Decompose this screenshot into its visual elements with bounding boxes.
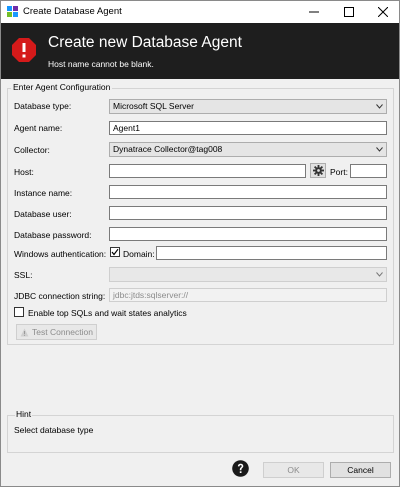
enable-top-sqls-label[interactable]: Enable top SQLs and wait states analytic…: [28, 308, 187, 318]
title-bar[interactable]: Create Database Agent: [1, 1, 399, 23]
chevron-down-icon: [376, 147, 383, 152]
database-type-value: Microsoft SQL Server: [113, 101, 194, 111]
window-title: Create Database Agent: [23, 6, 122, 17]
checkmark-icon: [111, 248, 119, 256]
help-circle-icon[interactable]: [232, 460, 249, 477]
close-icon: [378, 7, 388, 17]
host-label: Host:: [14, 167, 34, 177]
ssl-select[interactable]: [109, 267, 387, 282]
host-browse-button[interactable]: [310, 163, 326, 178]
instance-name-input[interactable]: [109, 185, 387, 199]
dynatrace-logo-icon: [7, 6, 18, 17]
hint-title: Hint: [15, 409, 33, 419]
warning-icon: [20, 328, 29, 336]
windows-auth-checkbox[interactable]: [110, 247, 120, 257]
maximize-icon: [344, 7, 354, 17]
database-type-select[interactable]: Microsoft SQL Server: [109, 99, 387, 114]
minimize-icon: [309, 11, 319, 13]
database-user-label: Database user:: [14, 209, 72, 219]
maximize-button[interactable]: [332, 1, 366, 23]
hint-text: Select database type: [14, 425, 94, 435]
windows-auth-label: Windows authentication:: [14, 249, 107, 259]
error-banner: Create new Database Agent Host name cann…: [1, 23, 399, 79]
enable-top-sqls-checkbox[interactable]: [14, 307, 24, 317]
instance-name-label: Instance name:: [14, 188, 73, 198]
gear-icon: [312, 165, 324, 176]
database-password-label: Database password:: [14, 230, 92, 240]
database-type-label: Database type:: [14, 101, 72, 111]
database-user-input[interactable]: [109, 206, 387, 220]
domain-label: Domain:: [123, 249, 155, 259]
minimize-button[interactable]: [297, 1, 331, 23]
test-connection-button[interactable]: Test Connection: [16, 324, 97, 340]
collector-label: Collector:: [14, 145, 50, 155]
chevron-down-icon: [376, 272, 383, 277]
group-title: Enter Agent Configuration: [11, 82, 113, 92]
port-label: Port:: [330, 167, 348, 177]
database-password-input[interactable]: [109, 227, 387, 241]
ok-button[interactable]: OK: [263, 462, 324, 478]
banner-title: Create new Database Agent: [48, 34, 242, 51]
banner-message: Host name cannot be blank.: [48, 59, 154, 69]
close-button[interactable]: [366, 1, 400, 23]
agent-name-label: Agent name:: [14, 123, 63, 133]
dialog-window: Create Database Agent Create new Databas…: [0, 0, 400, 487]
port-input[interactable]: [350, 164, 387, 178]
collector-select[interactable]: Dynatrace Collector@tag008: [109, 142, 387, 157]
cancel-button[interactable]: Cancel: [330, 462, 391, 478]
ssl-label: SSL:: [14, 270, 33, 280]
chevron-down-icon: [376, 104, 383, 109]
test-connection-label: Test Connection: [32, 327, 93, 337]
domain-input[interactable]: [156, 246, 387, 260]
collector-value: Dynatrace Collector@tag008: [113, 144, 223, 154]
agent-name-input[interactable]: Agent1: [109, 121, 387, 135]
error-octagon-icon: [12, 38, 36, 62]
host-input[interactable]: [109, 164, 306, 178]
jdbc-input[interactable]: jdbc:jtds:sqlserver://: [109, 288, 387, 302]
jdbc-label: JDBC connection string:: [14, 291, 106, 301]
